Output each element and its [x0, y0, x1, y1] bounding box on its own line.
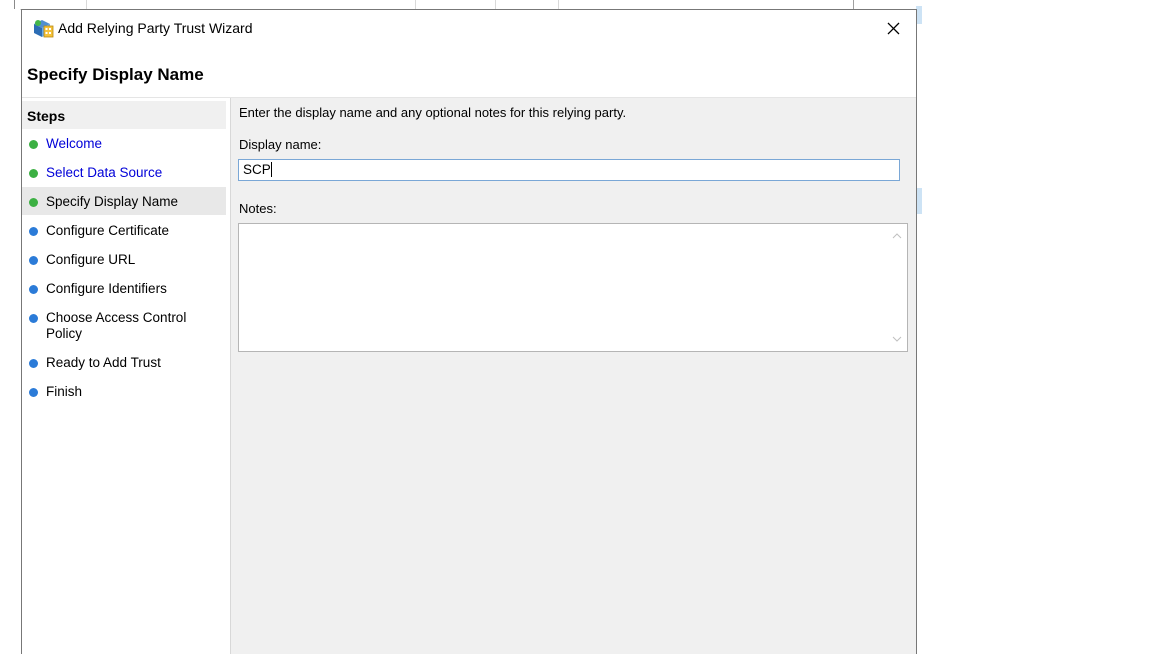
adfs-wizard-icon — [32, 18, 54, 38]
text-caret — [270, 162, 272, 177]
step-label: Specify Display Name — [46, 194, 179, 209]
page-title: Specify Display Name — [27, 65, 204, 84]
step-pending-icon — [29, 285, 38, 294]
scroll-down-arrow-icon[interactable] — [891, 333, 903, 345]
step-select-data-source[interactable]: Select Data Source — [22, 158, 226, 186]
step-welcome[interactable]: Welcome — [22, 129, 226, 157]
background-left-edge — [0, 0, 20, 653]
steps-heading: Steps — [22, 101, 226, 129]
step-specify-display-name: Specify Display Name — [22, 187, 226, 215]
step-complete-icon — [29, 169, 38, 178]
step-label: Configure URL — [46, 252, 136, 267]
step-choose-access-control-policy: Choose Access Control Policy — [22, 303, 226, 347]
step-pending-icon — [29, 314, 38, 323]
step-label: Ready to Add Trust — [46, 355, 161, 370]
background-divider — [853, 0, 854, 9]
step-label: Finish — [46, 384, 83, 399]
wizard-dialog: Add Relying Party Trust Wizard Specify D… — [21, 9, 917, 654]
close-button[interactable] — [870, 10, 916, 46]
step-label: Welcome — [46, 136, 103, 151]
step-label: Configure Identifiers — [46, 281, 167, 296]
display-name-value: SCP — [243, 162, 271, 177]
title-bar[interactable]: Add Relying Party Trust Wizard — [22, 10, 916, 46]
step-label: Select Data Source — [46, 165, 163, 180]
step-current-icon — [29, 198, 38, 207]
notes-textarea[interactable] — [238, 223, 908, 352]
window-title: Add Relying Party Trust Wizard — [58, 20, 253, 36]
step-complete-icon — [29, 140, 38, 149]
steps-pane: Steps Welcome Select Data Source Specify… — [22, 98, 230, 654]
step-finish: Finish — [22, 377, 226, 405]
step-pending-icon — [29, 227, 38, 236]
display-name-label: Display name: — [239, 137, 322, 152]
display-name-input[interactable]: SCP — [238, 159, 900, 181]
instruction-text: Enter the display name and any optional … — [239, 105, 627, 120]
step-label: Configure Certificate — [46, 223, 170, 238]
notes-scrollbar[interactable] — [887, 224, 907, 351]
scroll-up-arrow-icon[interactable] — [891, 230, 903, 242]
step-pending-icon — [29, 388, 38, 397]
step-configure-identifiers: Configure Identifiers — [22, 274, 226, 302]
step-pending-icon — [29, 359, 38, 368]
page-header: Specify Display Name — [22, 46, 916, 98]
content-pane: Enter the display name and any optional … — [231, 98, 916, 654]
notes-label: Notes: — [239, 201, 277, 216]
step-pending-icon — [29, 256, 38, 265]
step-label: Choose Access Control Policy — [46, 310, 187, 341]
step-configure-certificate: Configure Certificate — [22, 216, 226, 244]
close-icon — [887, 22, 899, 34]
step-configure-url: Configure URL — [22, 245, 226, 273]
step-ready-to-add-trust: Ready to Add Trust — [22, 348, 226, 376]
